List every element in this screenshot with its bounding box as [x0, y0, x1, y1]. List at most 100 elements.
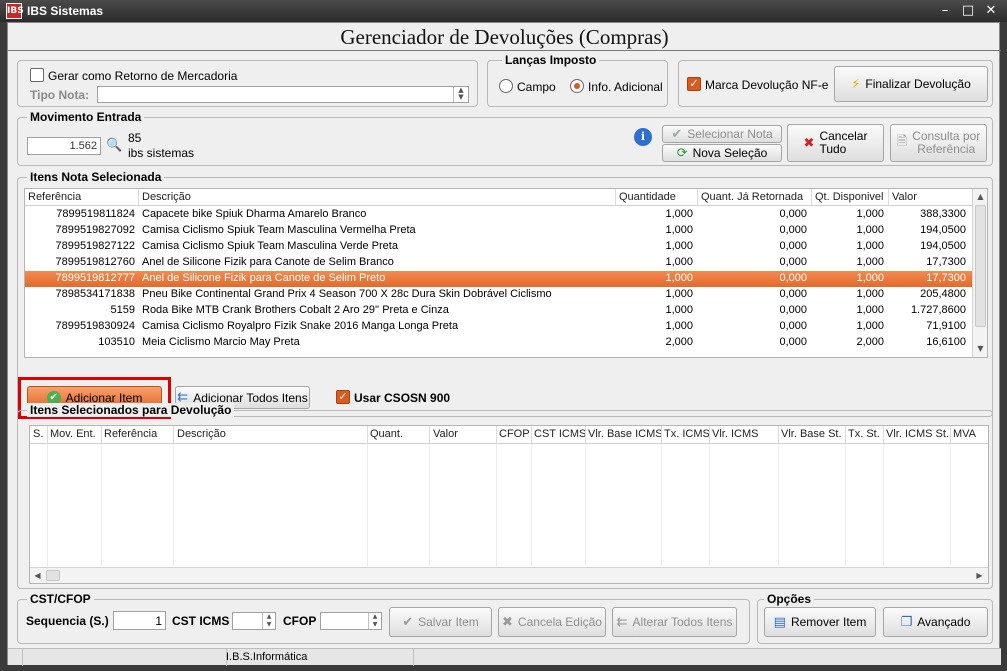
col-s[interactable]: S.: [33, 428, 43, 440]
cell-valor: 194,0500: [920, 240, 966, 252]
radio-info-adicional[interactable]: [570, 79, 584, 93]
x-icon: ✖: [803, 135, 815, 151]
cst-cfop-group: CST/CFOP Sequencia (S.) 1 CST ICMS ▲ ▼ CF…: [17, 592, 750, 644]
scroll-down-icon[interactable]: ▼: [973, 341, 987, 356]
cst-icms-label: CST ICMS: [172, 614, 230, 628]
table-row[interactable]: 7899519812760 Anel de Silicone Fizik para…: [25, 255, 972, 271]
col-cfop[interactable]: CFOP: [499, 428, 530, 440]
info-icon[interactable]: i: [634, 128, 652, 146]
cancelar-tudo-button[interactable]: ✖ Cancelar Tudo: [787, 124, 884, 162]
col-valor[interactable]: Valor: [892, 191, 917, 203]
cell-qt-disponivel: 1,000: [856, 288, 884, 300]
consulta-referencia-button[interactable]: 🗎 Consulta por Referência: [890, 124, 987, 162]
scroll-left-icon[interactable]: ◀: [30, 568, 45, 583]
retorno-checkbox[interactable]: [30, 68, 44, 82]
cfop-select[interactable]: ▲ ▼: [320, 612, 382, 630]
col-quantidade[interactable]: Quantidade: [619, 191, 676, 203]
itens-nota-header: Referência Descrição Quantidade Quant. J…: [25, 189, 972, 206]
movimento-entrada-group: Movimento Entrada 1.562 🔍 85 ibs sistema…: [17, 110, 993, 166]
retorno-checkbox-label: Gerar como Retorno de Mercadoria: [48, 69, 238, 83]
cell-quant-retornada: 0,000: [779, 224, 807, 236]
movimento-input[interactable]: 1.562: [27, 137, 101, 155]
scroll-right-icon[interactable]: ▶: [972, 568, 987, 583]
col-vlr-icms[interactable]: Vlr. ICMS: [712, 428, 758, 440]
cell-valor: 194,0500: [920, 224, 966, 236]
spin-arrows-icon[interactable]: ▲ ▼: [368, 613, 381, 629]
table-row[interactable]: 103510 Meia Ciclismo Marcio May Preta 2,00…: [25, 335, 972, 351]
table-row[interactable]: 5159 Roda Bike MTB Crank Brothers Cobalt …: [25, 303, 972, 319]
alterar-todos-button[interactable]: ⇇ Alterar Todos Itens: [612, 607, 737, 637]
hscroll-thumb[interactable]: [46, 570, 60, 581]
close-icon[interactable]: ✕: [981, 2, 1001, 20]
cell-quantidade: 2,000: [665, 336, 693, 348]
col-valor[interactable]: Valor: [433, 428, 458, 440]
cancela-edicao-button[interactable]: ✖ Cancela Edição: [498, 607, 606, 637]
itens-nota-scrollbar[interactable]: ▲ ▼: [972, 189, 987, 357]
col-mva[interactable]: MVA: [953, 428, 976, 440]
col-cst-icms[interactable]: CST ICMS: [534, 428, 586, 440]
cst-icms-select[interactable]: ▲ ▼: [232, 612, 276, 630]
col-descricao[interactable]: Descrição: [177, 428, 226, 440]
scroll-up-icon[interactable]: ▲: [973, 189, 987, 204]
itens-nota-legend: Itens Nota Selecionada: [27, 170, 165, 184]
col-descricao[interactable]: Descrição: [142, 191, 191, 203]
cell-referencia: 7899519827122: [55, 240, 135, 252]
scroll-thumb[interactable]: [975, 205, 986, 327]
col-quant[interactable]: Quant.: [370, 428, 403, 440]
cell-qt-disponivel: 1,000: [856, 320, 884, 332]
cfop-label: CFOP: [283, 614, 317, 628]
marca-devolucao-checkbox[interactable]: ✓: [687, 77, 701, 91]
radio-campo[interactable]: [499, 79, 513, 93]
nova-selecao-button[interactable]: ⟳ Nova Seleção: [662, 144, 782, 162]
itens-devolucao-header: S. Mov. Ent. Referência Descrição Quant.…: [30, 426, 988, 444]
itens-devolucao-hscrollbar[interactable]: ◀ ▶: [30, 567, 988, 583]
search-icon[interactable]: 🔍: [106, 138, 122, 153]
cell-valor: 17,7300: [926, 272, 966, 284]
cell-quant-retornada: 0,000: [779, 304, 807, 316]
table-row[interactable]: 7899519827092 Camisa Ciclismo Spiuk Team …: [25, 223, 972, 239]
col-mov-ent[interactable]: Mov. Ent.: [50, 428, 96, 440]
col-vlr-base-icms[interactable]: Vlr. Base ICMS: [588, 428, 663, 440]
cell-descricao: Anel de Silicone Fizik para Canote de Se…: [142, 256, 394, 268]
cell-qt-disponivel: 1,000: [856, 208, 884, 220]
cell-descricao: Pneu Bike Continental Grand Prix 4 Seaso…: [142, 288, 552, 300]
remover-item-button[interactable]: ▤ Remover Item: [764, 607, 876, 637]
spin-arrows-icon[interactable]: ▲ ▼: [453, 87, 468, 102]
minimize-icon[interactable]: –: [935, 2, 955, 20]
cell-descricao: Roda Bike MTB Crank Brothers Cobalt 2 Ar…: [142, 304, 449, 316]
table-row[interactable]: 7899519812777 Anel de Silicone Fizik para…: [25, 271, 972, 287]
avancado-button[interactable]: ❐ Avançado: [883, 607, 988, 637]
col-tx-st[interactable]: Tx. St.: [848, 428, 880, 440]
cell-valor: 388,3300: [920, 208, 966, 220]
cell-quantidade: 1,000: [665, 240, 693, 252]
salvar-item-button[interactable]: ✔ Salvar Item: [389, 607, 492, 637]
table-row[interactable]: 7898534171838 Pneu Bike Continental Grand…: [25, 287, 972, 303]
sequencia-input[interactable]: 1: [113, 611, 166, 630]
document-icon: 🗎: [896, 134, 908, 149]
spin-arrows-icon[interactable]: ▲ ▼: [262, 613, 275, 629]
title-divider: [8, 50, 1001, 51]
table-row[interactable]: 7899519830924 Camisa Ciclismo Royalpro Fi…: [25, 319, 972, 335]
col-vlr-icms-st[interactable]: Vlr. ICMS St.: [886, 428, 949, 440]
table-row[interactable]: 7899519827122 Camisa Ciclismo Spiuk Team …: [25, 239, 972, 255]
cst-cfop-legend: CST/CFOP: [27, 592, 94, 606]
table-row[interactable]: 7899519811824 Capacete bike Spiuk Dharma …: [25, 207, 972, 223]
lancas-imposto-group: Lanças Imposto Campo Info. Adicional: [487, 53, 668, 107]
col-qt-disponivel[interactable]: Qt. Disponivel: [815, 191, 883, 203]
itens-nota-group: Itens Nota Selecionada Referência Descri…: [17, 170, 993, 419]
lancas-imposto-legend: Lanças Imposto: [502, 53, 600, 67]
maximize-icon[interactable]: □: [958, 2, 978, 20]
col-quant-retornada[interactable]: Quant. Já Retornada: [701, 191, 803, 203]
col-tx-icms[interactable]: Tx. ICMS: [664, 428, 710, 440]
cell-valor: 71,9100: [926, 320, 966, 332]
usar-csosn-checkbox[interactable]: ✓: [336, 390, 350, 404]
col-referencia[interactable]: Referência: [104, 428, 157, 440]
cell-quantidade: 1,000: [665, 224, 693, 236]
finalizar-devolucao-button[interactable]: ⚡ Finalizar Devolução: [834, 66, 988, 102]
col-vlr-base-st[interactable]: Vlr. Base St.: [781, 428, 842, 440]
window-client: Gerenciador de Devoluções (Compras) Gera…: [7, 22, 1001, 666]
selecionar-nota-button[interactable]: ✔ Selecionar Nota: [662, 125, 782, 143]
col-referencia[interactable]: Referência: [28, 191, 81, 203]
movimento-entrada-legend: Movimento Entrada: [27, 110, 145, 124]
tipo-nota-select[interactable]: ▲ ▼: [97, 86, 469, 103]
